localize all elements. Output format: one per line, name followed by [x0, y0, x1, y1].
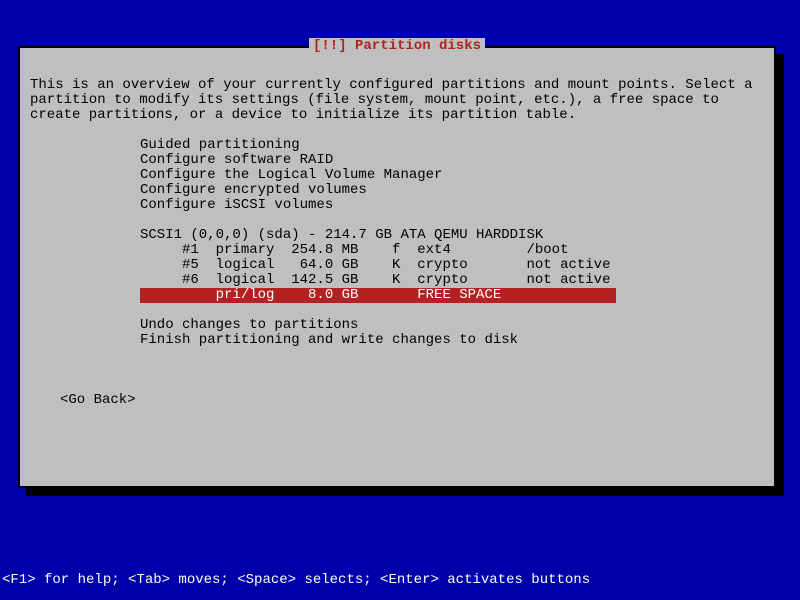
menu-encrypted[interactable]: Configure encrypted volumes	[140, 183, 764, 198]
menu-raid[interactable]: Configure software RAID	[140, 153, 764, 168]
go-back-button[interactable]: <Go Back>	[60, 393, 764, 408]
menu-guided[interactable]: Guided partitioning	[140, 138, 764, 153]
disk-header[interactable]: SCSI1 (0,0,0) (sda) - 214.7 GB ATA QEMU …	[140, 228, 764, 243]
undo-changes[interactable]: Undo changes to partitions	[140, 318, 764, 333]
partition-6[interactable]: #6 logical 142.5 GB K crypto not active	[140, 273, 764, 288]
finish-partitioning[interactable]: Finish partitioning and write changes to…	[140, 333, 764, 348]
partition-5[interactable]: #5 logical 64.0 GB K crypto not active	[140, 258, 764, 273]
partition-dialog: [!!] Partition disks This is an overview…	[18, 46, 776, 488]
config-menu: Guided partitioning Configure software R…	[140, 138, 764, 213]
partition-1[interactable]: #1 primary 254.8 MB f ext4 /boot	[140, 243, 764, 258]
selected-highlight[interactable]: pri/log 8.0 GB FREE SPACE	[140, 288, 616, 303]
dialog-title-bar: [!!] Partition disks	[20, 39, 774, 54]
dialog-title: [!!] Partition disks	[309, 38, 485, 54]
partition-actions: Undo changes to partitions Finish partit…	[140, 318, 764, 348]
partition-free-space[interactable]: pri/log 8.0 GB FREE SPACE	[140, 288, 764, 303]
menu-lvm[interactable]: Configure the Logical Volume Manager	[140, 168, 764, 183]
menu-iscsi[interactable]: Configure iSCSI volumes	[140, 198, 764, 213]
instructions-text: This is an overview of your currently co…	[30, 78, 764, 123]
help-bar: <F1> for help; <Tab> moves; <Space> sele…	[2, 573, 590, 588]
